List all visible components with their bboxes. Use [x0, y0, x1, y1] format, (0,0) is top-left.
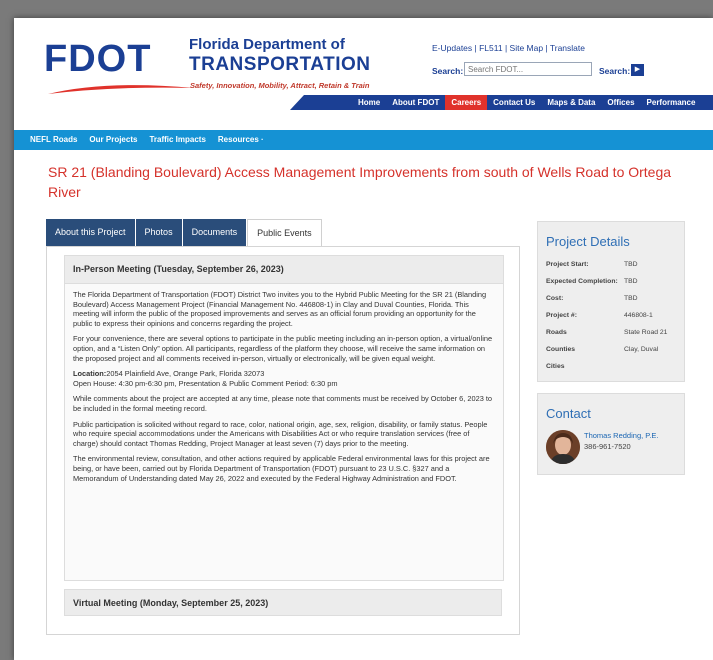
browser-page: FDOT Florida Department of TRANSPORTATIO…: [14, 18, 713, 660]
person-photo-icon: [546, 430, 580, 464]
logo-swoosh-icon: [48, 85, 194, 94]
meeting-body: The Florida Department of Transportation…: [65, 284, 503, 483]
nav-home[interactable]: Home: [352, 95, 386, 110]
tab-photos[interactable]: Photos: [135, 219, 182, 246]
subnav-nefl-roads[interactable]: NEFL Roads: [30, 130, 77, 150]
location-value: 2054 Plainfield Ave, Orange Park, Florid…: [106, 369, 265, 379]
subnav-traffic-impacts[interactable]: Traffic Impacts: [149, 130, 205, 150]
nav-about[interactable]: About FDOT: [386, 95, 445, 110]
in-person-meeting-heading[interactable]: In-Person Meeting (Tuesday, September 26…: [65, 256, 503, 284]
avatar: [546, 430, 580, 464]
meeting-paragraph-2: For your convenience, there are several …: [73, 334, 493, 363]
subnav-resources[interactable]: Resources ·: [218, 130, 264, 150]
logo-line1: Florida Department of: [189, 36, 345, 53]
contact-box: Contact Thomas Redding, P.E. 386-961-752…: [537, 393, 685, 475]
play-icon: ▶: [634, 66, 641, 73]
tab-panel: In-Person Meeting (Tuesday, September 26…: [46, 246, 520, 635]
open-house-text: Open House: 4:30 pm-6:30 pm, Presentatio…: [73, 378, 338, 388]
sub-nav: NEFL Roads Our Projects Traffic Impacts …: [14, 130, 713, 150]
contact-title: Contact: [546, 406, 591, 421]
nav-careers[interactable]: Careers: [445, 95, 488, 110]
fdot-logo[interactable]: FDOT Florida Department of TRANSPORTATIO…: [44, 32, 374, 102]
page-title: SR 21 (Blanding Boulevard) Access Manage…: [48, 164, 672, 200]
logo-line2: TRANSPORTATION: [189, 54, 371, 75]
meeting-paragraph-4: Public participation is solicited withou…: [73, 419, 488, 448]
nav-offices[interactable]: Offices: [601, 95, 640, 110]
logo-tagline: Safety, Innovation, Mobility, Attract, R…: [190, 81, 370, 90]
location-label: Location:: [73, 369, 107, 379]
nav-maps[interactable]: Maps & Data: [541, 95, 601, 110]
virtual-meeting-heading[interactable]: Virtual Meeting (Monday, September 25, 2…: [64, 589, 502, 616]
subnav-our-projects[interactable]: Our Projects: [89, 130, 137, 150]
nav-performance[interactable]: Performance: [641, 95, 702, 110]
meeting-location-block: Location:2054 Plainfield Ave, Orange Par…: [73, 369, 495, 388]
meeting-paragraph-1: The Florida Department of Transportation…: [73, 290, 487, 328]
contact-phone: 386-961-7520: [584, 442, 631, 451]
nav-contact[interactable]: Contact Us: [487, 95, 541, 110]
tab-about-project[interactable]: About this Project: [46, 219, 135, 246]
logo-wordmark: FDOT: [44, 38, 152, 80]
tab-public-events[interactable]: Public Events: [247, 219, 322, 247]
util-link-fl511[interactable]: FL511: [479, 43, 502, 53]
utility-links: E-Updates | FL511 | Site Map | Translate: [432, 43, 585, 53]
tab-documents[interactable]: Documents: [182, 219, 247, 246]
search-label: Search:: [432, 66, 464, 76]
meeting-paragraph-3: While comments about the project are acc…: [73, 394, 493, 413]
search-label-2: Search:: [599, 66, 631, 76]
project-details-title: Project Details: [546, 234, 630, 249]
project-details-box: Project Details Project Start: TBD Expect…: [537, 221, 685, 382]
meeting-paragraph-5: The environmental review, consultation, …: [73, 454, 490, 483]
in-person-meeting-card: In-Person Meeting (Tuesday, September 26…: [64, 255, 504, 581]
util-link-eupdates[interactable]: E-Updates: [432, 43, 472, 53]
util-link-sitemap[interactable]: Site Map: [510, 43, 544, 53]
search-input[interactable]: [464, 62, 592, 76]
search-go-button[interactable]: ▶: [631, 64, 644, 76]
main-nav: Home About FDOT Careers Contact Us Maps …: [352, 95, 701, 110]
contact-name-link[interactable]: Thomas Redding, P.E.: [584, 431, 659, 440]
project-tabs: About this Project Photos Documents Publ…: [46, 219, 323, 247]
util-link-translate[interactable]: Translate: [550, 43, 585, 53]
